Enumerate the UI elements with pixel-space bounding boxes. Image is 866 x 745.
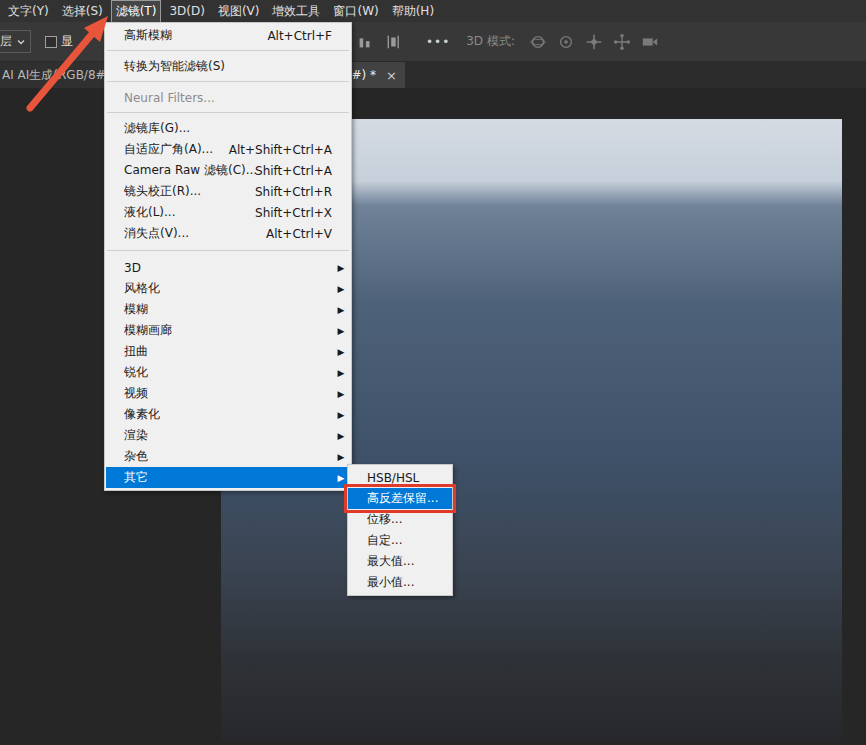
orbit-icon[interactable]: [529, 33, 547, 51]
submenu-arrow-icon: ▶: [334, 284, 348, 294]
menu-item[interactable]: 镜头校正(R)...Shift+Ctrl+R: [106, 181, 350, 202]
submenu-arrow-icon: ▶: [334, 305, 348, 315]
more-button[interactable]: •••: [426, 35, 450, 49]
submenu-arrow-icon: ▶: [334, 452, 348, 462]
menu-item[interactable]: 高斯模糊Alt+Ctrl+F: [106, 25, 350, 46]
submenu-item[interactable]: 位移...: [348, 509, 452, 530]
menu-item[interactable]: 杂色▶: [106, 446, 350, 467]
menu-item[interactable]: 滤镜库(G)...: [106, 118, 350, 139]
menu-item: Neural Filters...: [106, 87, 350, 108]
submenu-arrow-icon: ▶: [334, 410, 348, 420]
submenu-arrow-icon: ▶: [334, 326, 348, 336]
menu-bar-item[interactable]: 增效工具: [267, 0, 325, 23]
distribute-icon[interactable]: [384, 33, 402, 51]
photoshop-window: 文字(Y)选择(S)滤镜(T)3D(D)视图(V)增效工具窗口(W)帮助(H) 层…: [0, 0, 866, 745]
3d-mode-label: 3D 模式:: [466, 33, 515, 50]
menu-bar-item[interactable]: 窗口(W): [328, 0, 383, 23]
menu-item[interactable]: 液化(L)...Shift+Ctrl+X: [106, 202, 350, 223]
menu-separator: [107, 81, 349, 82]
menu-item[interactable]: 模糊▶: [106, 299, 350, 320]
menu-item[interactable]: 自适应广角(A)...Alt+Shift+Ctrl+A: [106, 139, 350, 160]
menu-bar-item[interactable]: 视图(V): [213, 0, 265, 23]
submenu-item[interactable]: HSB/HSL: [348, 467, 452, 488]
menu-item[interactable]: 像素化▶: [106, 404, 350, 425]
menu-item[interactable]: 3D▶: [106, 257, 350, 278]
menu-item[interactable]: 消失点(V)...Alt+Ctrl+V: [106, 223, 350, 244]
align-bottom-icon[interactable]: [356, 33, 374, 51]
submenu-item[interactable]: 高反差保留...: [348, 488, 452, 509]
menu-bar-item[interactable]: 选择(S): [57, 0, 108, 23]
menu-item[interactable]: 锐化▶: [106, 362, 350, 383]
menu-item[interactable]: 风格化▶: [106, 278, 350, 299]
menu-item[interactable]: 渲染▶: [106, 425, 350, 446]
submenu-arrow-icon: ▶: [334, 347, 348, 357]
roll-icon[interactable]: [557, 33, 575, 51]
show-transform-checkbox[interactable]: 显: [45, 33, 73, 50]
menu-item[interactable]: 其它▶: [106, 467, 350, 488]
menu-item[interactable]: 视频▶: [106, 383, 350, 404]
submenu-item[interactable]: 最小值...: [348, 572, 452, 593]
chevron-down-icon: [16, 37, 26, 47]
menu-item[interactable]: 转换为智能滤镜(S): [106, 56, 350, 77]
submenu-arrow-icon: ▶: [334, 389, 348, 399]
submenu-arrow-icon: ▶: [334, 473, 348, 483]
menu-separator: [107, 112, 349, 113]
other-submenu: HSB/HSL高反差保留...位移...自定...最大值...最小值...: [347, 464, 453, 596]
menu-separator: [107, 50, 349, 51]
filter-menu: 高斯模糊Alt+Ctrl+F 转换为智能滤镜(S) Neural Filters..…: [104, 22, 352, 491]
close-icon[interactable]: ×: [386, 68, 397, 83]
checkbox-box[interactable]: [45, 36, 57, 48]
submenu-arrow-icon: ▶: [334, 263, 348, 273]
menu-item[interactable]: Camera Raw 滤镜(C)...Shift+Ctrl+A: [106, 160, 350, 181]
menu-item[interactable]: 模糊画廊▶: [106, 320, 350, 341]
submenu-item[interactable]: 自定...: [348, 530, 452, 551]
menu-bar-item[interactable]: 文字(Y): [3, 0, 54, 23]
menu-item[interactable]: 扭曲▶: [106, 341, 350, 362]
submenu-item[interactable]: 最大值...: [348, 551, 452, 572]
menu-bar-item[interactable]: 帮助(H): [387, 0, 439, 23]
layer-select[interactable]: 层: [0, 30, 31, 53]
submenu-arrow-icon: ▶: [334, 368, 348, 378]
submenu-arrow-icon: ▶: [334, 431, 348, 441]
pan-icon[interactable]: [585, 33, 603, 51]
slide-icon[interactable]: [613, 33, 631, 51]
menu-bar: 文字(Y)选择(S)滤镜(T)3D(D)视图(V)增效工具窗口(W)帮助(H): [0, 0, 866, 22]
camera-icon[interactable]: [641, 33, 659, 51]
menu-separator: [107, 250, 349, 251]
menu-bar-item[interactable]: 3D(D): [164, 1, 209, 21]
menu-bar-item[interactable]: 滤镜(T): [111, 0, 162, 23]
